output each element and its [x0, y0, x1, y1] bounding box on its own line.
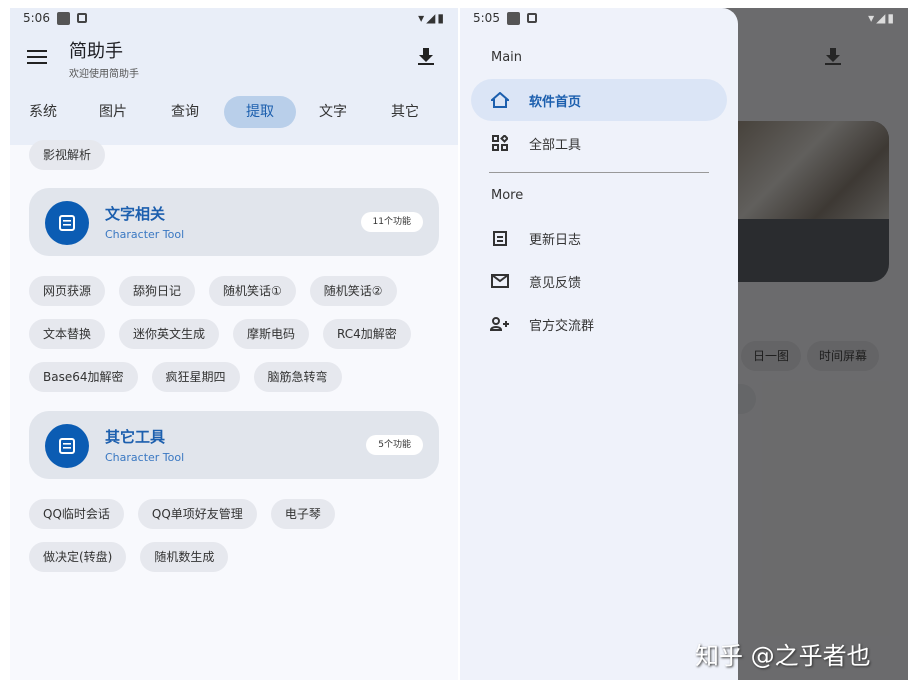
- status-time: 5:05: [473, 11, 500, 25]
- tool-chip[interactable]: 电子琴: [270, 499, 335, 529]
- tool-chip[interactable]: RC4加解密: [323, 319, 411, 349]
- tool-chip[interactable]: 日一图: [741, 341, 802, 371]
- tool-chip[interactable]: Base64加解密: [29, 362, 138, 392]
- clipboard-icon: [490, 230, 510, 246]
- drawer-item-label: 意见反馈: [529, 275, 582, 291]
- chip-row: QQ临时会话 QQ单项好友管理 电子琴: [29, 499, 335, 529]
- count-badge: 5个功能: [366, 435, 423, 455]
- page-title: 简助手: [69, 41, 123, 62]
- chip-row: Base64加解密 疯狂星期四 脑筋急转弯: [29, 362, 342, 392]
- drawer-item-label: 官方交流群: [529, 318, 595, 334]
- tool-chip[interactable]: 影视解析: [29, 140, 106, 170]
- tool-chip[interactable]: 时间屏幕: [807, 341, 880, 371]
- drawer-item-home[interactable]: 软件首页: [471, 79, 727, 121]
- mail-icon: [490, 274, 510, 288]
- chip-row: 文本替换 迷你英文生成 摩斯电码 RC4加解密: [29, 319, 411, 349]
- tab-extract[interactable]: 提取: [224, 96, 296, 128]
- tab-text[interactable]: 文字: [304, 96, 362, 128]
- tool-chip[interactable]: 迷你英文生成: [119, 319, 220, 349]
- drawer-section-more: More: [491, 188, 524, 203]
- tool-chip[interactable]: 舔狗日记: [119, 276, 196, 306]
- section-card-text[interactable]: 文字相关 Character Tool 11个功能: [29, 188, 439, 256]
- drawer-item-label: 软件首页: [529, 94, 582, 110]
- watermark: 知乎 @之乎者也: [695, 642, 871, 670]
- tool-chip[interactable]: 脑筋急转弯: [253, 362, 342, 392]
- tab-other[interactable]: 其它: [376, 96, 434, 128]
- tool-chip[interactable]: QQ单项好友管理: [137, 499, 257, 529]
- tool-chip[interactable]: 做决定(转盘): [29, 542, 127, 572]
- document-icon: [45, 201, 89, 245]
- tool-chip[interactable]: QQ临时会话: [29, 499, 124, 529]
- tab-query[interactable]: 查询: [156, 96, 214, 128]
- count-badge: 11个功能: [360, 212, 423, 232]
- home-icon: [490, 92, 510, 108]
- notification-icon: [56, 11, 70, 25]
- tab-system[interactable]: 系统: [14, 96, 72, 128]
- navigation-drawer: 5:05 Main 软件首页 全部工具 More 更新日志 意见反馈 官方交流群: [460, 8, 738, 680]
- section-title: 文字相关: [105, 205, 166, 223]
- system-icons: ▾◢▮: [418, 11, 446, 25]
- drawer-item-label: 全部工具: [529, 137, 582, 153]
- category-tabs: 系统 图片 查询 提取 文字 其它: [10, 96, 458, 128]
- tool-chip[interactable]: 疯狂星期四: [151, 362, 240, 392]
- document-icon: [45, 424, 89, 468]
- grid-icon: [490, 135, 510, 151]
- drawer-item-feedback[interactable]: 意见反馈: [471, 260, 727, 302]
- notification-icon: [506, 11, 520, 25]
- drawer-item-label: 更新日志: [529, 232, 582, 248]
- divider: [489, 172, 709, 173]
- notification-icon: [526, 13, 537, 23]
- tool-chip[interactable]: 随机笑话①: [209, 276, 296, 306]
- main-screen: 5:06 ▾◢▮ 简助手 欢迎使用简助手 系统 图片 查询 提取 文字 其它 影…: [10, 8, 458, 680]
- download-icon[interactable]: [418, 48, 434, 70]
- page-subtitle: 欢迎使用简助手: [69, 69, 139, 80]
- tool-chip[interactable]: 文本替换: [29, 319, 106, 349]
- tool-chip[interactable]: 摩斯电码: [233, 319, 310, 349]
- tab-images[interactable]: 图片: [84, 96, 142, 128]
- drawer-item-group[interactable]: 官方交流群: [471, 303, 727, 345]
- app-header: 5:06 ▾◢▮ 简助手 欢迎使用简助手 系统 图片 查询 提取 文字 其它: [10, 8, 458, 145]
- status-bar: 5:05: [473, 11, 537, 25]
- tool-chip[interactable]: 网页获源: [29, 276, 106, 306]
- section-title: 其它工具: [105, 428, 166, 446]
- status-time: 5:06: [23, 11, 50, 25]
- chip-row: 网页获源 舔狗日记 随机笑话① 随机笑话②: [29, 276, 397, 306]
- system-icons: ▾◢▮: [868, 11, 896, 25]
- status-bar: 5:06: [23, 11, 87, 25]
- notification-icon: [76, 13, 87, 23]
- drawer-screen: 日一图 时间屏幕 ▾◢▮ 5:05 Main 软件首页 全部工具 More 更新…: [460, 8, 908, 680]
- drawer-item-changelog[interactable]: 更新日志: [471, 217, 727, 259]
- section-subtitle: Character Tool: [105, 451, 185, 464]
- menu-icon[interactable]: [27, 49, 47, 69]
- drawer-section-main: Main: [491, 50, 523, 65]
- tool-chip[interactable]: 随机笑话②: [309, 276, 397, 306]
- group-add-icon: [490, 317, 510, 331]
- drawer-item-all-tools[interactable]: 全部工具: [471, 122, 727, 164]
- chip-row: 做决定(转盘) 随机数生成: [29, 542, 229, 572]
- section-subtitle: Character Tool: [105, 228, 185, 241]
- tool-chip[interactable]: 随机数生成: [140, 542, 229, 572]
- section-card-other[interactable]: 其它工具 Character Tool 5个功能: [29, 411, 439, 479]
